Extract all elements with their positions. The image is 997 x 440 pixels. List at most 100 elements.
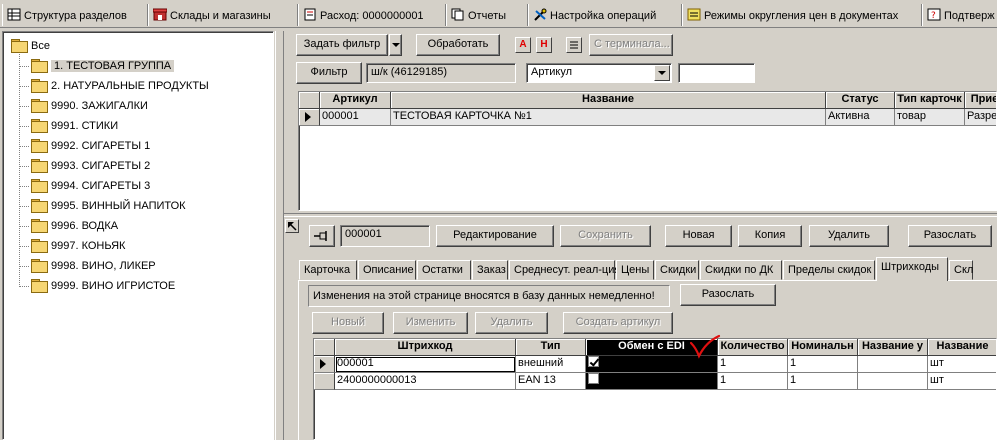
cell-nominal[interactable]: 1	[788, 373, 858, 390]
tree-item[interactable]: 9997. КОНЬЯК	[31, 238, 125, 256]
column-header-barcode[interactable]: Штрихкод	[335, 339, 516, 356]
create-article-button[interactable]: Создать артикул	[563, 312, 673, 334]
tab-operations-settings[interactable]: Настройка операций	[528, 4, 682, 26]
folder-icon	[31, 139, 48, 153]
set-filter-button[interactable]: Задать фильтр	[296, 34, 388, 56]
edit-button[interactable]: Редактирование	[436, 225, 554, 247]
tree-item[interactable]: 9992. СИГАРЕТЫ 1	[31, 138, 150, 156]
column-header-acceptance[interactable]: Прие	[965, 92, 996, 109]
property-tab[interactable]: Скидки по ДК	[700, 260, 782, 280]
chevron-down-icon[interactable]	[654, 65, 670, 81]
edi-checkbox[interactable]	[588, 373, 599, 384]
cell-type[interactable]: EAN 13	[516, 373, 586, 390]
property-tab[interactable]: Среднесут. реал-ция	[509, 260, 620, 280]
tab-reports[interactable]: Отчеты	[446, 4, 528, 26]
column-header-nominal[interactable]: Номинальн	[788, 339, 858, 356]
tab-sections-structure[interactable]: Структура разделов	[2, 4, 148, 26]
cell-name-u[interactable]	[858, 356, 928, 373]
new-card-button[interactable]: Новая	[665, 225, 732, 247]
vertical-splitter[interactable]	[275, 31, 284, 440]
tree-item[interactable]: 9996. ВОДКА	[31, 218, 118, 236]
cell-barcode[interactable]: 000001	[335, 356, 516, 373]
property-tab[interactable]: Штрихкоды	[876, 257, 948, 281]
column-header-quantity[interactable]: Количество	[718, 339, 788, 356]
folder-icon	[31, 179, 48, 193]
copy-card-button[interactable]: Копия	[738, 225, 802, 247]
property-tab[interactable]: Карточка	[299, 260, 357, 280]
barcodes-grid[interactable]: Штрихкод Тип Обмен с EDI Количество Номи…	[313, 338, 997, 440]
cell-name[interactable]: шт	[928, 373, 996, 390]
tree-item[interactable]: 9991. СТИКИ	[31, 118, 118, 136]
cell-card-type[interactable]: товар	[895, 109, 965, 126]
property-tab[interactable]: Пределы скидок	[783, 260, 875, 280]
tree-item[interactable]: 9999. ВИНО ИГРИСТОЕ	[31, 278, 175, 296]
send-barcodes-button[interactable]: Разослать	[680, 284, 776, 306]
sections-tree[interactable]: Все 1. ТЕСТОВАЯ ГРУППА 2. НАТУРАЛЬНЫЕ ПРО…	[2, 31, 274, 440]
search-by-select[interactable]: Артикул	[526, 63, 672, 83]
cell-type[interactable]: внешний	[516, 356, 586, 373]
column-header-card-type[interactable]: Тип карточк	[895, 92, 965, 109]
tab-expense[interactable]: Расход: 0000000001	[298, 4, 446, 26]
column-header-article[interactable]: Артикул	[320, 92, 391, 109]
immediate-save-notice: Изменения на этой странице вносятся в ба…	[308, 285, 670, 307]
send-card-button[interactable]: Разослать	[908, 225, 992, 247]
a-format-button[interactable]: A	[515, 37, 531, 53]
tab-confirm[interactable]: ? Подтверж	[922, 4, 997, 26]
property-tab[interactable]: Скл	[949, 260, 973, 280]
edi-checkbox[interactable]	[588, 356, 599, 367]
tab-rounding-modes[interactable]: Режимы округления цен в документах	[682, 4, 922, 26]
cell-quantity[interactable]: 1	[718, 356, 788, 373]
row-indicator[interactable]	[314, 373, 335, 390]
column-header-name[interactable]: Название	[391, 92, 826, 109]
delete-barcode-button[interactable]: Удалить	[475, 312, 548, 334]
filter-button[interactable]: Фильтр	[296, 62, 362, 84]
change-barcode-button[interactable]: Изменить	[393, 312, 468, 334]
column-header-name[interactable]: Название	[928, 339, 996, 356]
tree-root[interactable]: Все	[11, 38, 50, 56]
column-header-status[interactable]: Статус	[826, 92, 895, 109]
tree-item[interactable]: 9995. ВИННЫЙ НАПИТОК	[31, 198, 186, 216]
from-terminal-button[interactable]: С терминала...	[589, 34, 673, 56]
tree-item[interactable]: 2. НАТУРАЛЬНЫЕ ПРОДУКТЫ	[31, 78, 209, 96]
tab-warehouses[interactable]: Склады и магазины	[148, 4, 298, 26]
cell-name[interactable]: шт	[928, 356, 996, 373]
tree-item[interactable]: 9993. СИГАРЕТЫ 2	[31, 158, 150, 176]
row-indicator[interactable]	[314, 356, 335, 373]
search-input[interactable]	[678, 63, 755, 83]
row-indicator[interactable]	[299, 109, 320, 126]
property-tab[interactable]: Заказ	[472, 260, 508, 280]
cell-name-u[interactable]	[858, 373, 928, 390]
cell-status[interactable]: Активна	[826, 109, 895, 126]
delete-card-button[interactable]: Удалить	[809, 225, 889, 247]
cell-edi[interactable]	[586, 373, 718, 390]
cell-article[interactable]: 000001	[320, 109, 391, 126]
horizontal-splitter[interactable]	[284, 213, 997, 217]
h-format-button[interactable]: H	[536, 37, 552, 53]
cell-barcode[interactable]: 2400000000013	[335, 373, 516, 390]
cell-acceptance[interactable]: Разре	[965, 109, 996, 126]
collapse-button[interactable]	[285, 219, 299, 233]
question-icon: ?	[927, 8, 941, 21]
tab-label: Структура разделов	[24, 10, 127, 22]
tree-item[interactable]: 9998. ВИНО, ЛИКЕР	[31, 258, 156, 276]
cards-grid[interactable]: Артикул Название Статус Тип карточк Прие…	[298, 91, 997, 211]
tree-item[interactable]: 9990. ЗАЖИГАЛКИ	[31, 98, 148, 116]
tree-item[interactable]: 9994. СИГАРЕТЫ 3	[31, 178, 150, 196]
cell-nominal[interactable]: 1	[788, 356, 858, 373]
tree-item[interactable]: 1. ТЕСТОВАЯ ГРУППА	[31, 58, 175, 76]
cell-quantity[interactable]: 1	[718, 373, 788, 390]
column-header-name-u[interactable]: Название у	[858, 339, 928, 356]
property-tab[interactable]: Цены	[616, 260, 654, 280]
pin-button[interactable]	[309, 225, 335, 247]
property-tab[interactable]: Скидки	[655, 260, 699, 280]
property-tab[interactable]: Остатки	[417, 260, 471, 280]
new-barcode-button[interactable]: Новый	[312, 312, 384, 334]
save-button[interactable]: Сохранить	[560, 225, 651, 247]
list-button[interactable]	[566, 37, 582, 53]
cell-name[interactable]: ТЕСТОВАЯ КАРТОЧКА №1	[391, 109, 826, 126]
column-header-type[interactable]: Тип	[516, 339, 586, 356]
search-by-value: Артикул	[531, 66, 573, 78]
property-tab[interactable]: Описание	[358, 260, 416, 280]
set-filter-dropdown[interactable]	[389, 34, 402, 56]
process-button[interactable]: Обработать	[416, 34, 500, 56]
